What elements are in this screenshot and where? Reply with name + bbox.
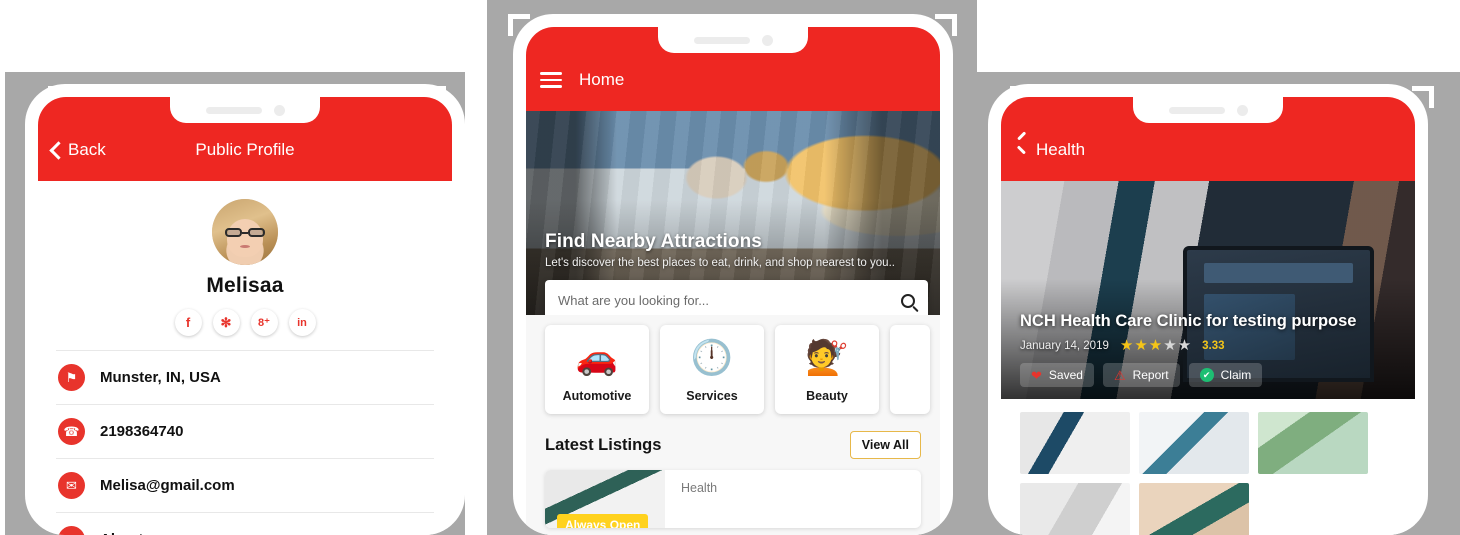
email-icon: ✉ [58, 472, 85, 499]
back-button[interactable] [1015, 141, 1036, 159]
photo-gallery [1001, 399, 1415, 535]
gallery-thumbnail[interactable] [1139, 412, 1249, 474]
gallery-thumbnail[interactable] [1139, 483, 1249, 535]
google-plus-icon[interactable]: 8⁺ [250, 309, 278, 336]
claim-button[interactable]: ✔ Claim [1188, 363, 1263, 387]
listing-meta: January 14, 2019 ★ ★ ★ ★ ★ 3.33 [1020, 338, 1225, 353]
category-tile-next[interactable] [890, 325, 930, 414]
hero-text: Find Nearby Attractions Let's discover t… [545, 231, 928, 269]
saved-button[interactable]: ❤ Saved [1020, 363, 1094, 387]
info-row-phone[interactable]: ☎ 2198364740 [38, 405, 452, 458]
rating-stars: ★ ★ ★ ★ ★ [1120, 338, 1191, 353]
notch-speaker [693, 36, 750, 44]
view-all-button[interactable]: View All [849, 431, 921, 459]
saved-button-label: Saved [1048, 368, 1083, 382]
phone-middle: Home Find Nearby Attractions Let's disco… [513, 14, 953, 535]
hamburger-menu-icon[interactable] [540, 72, 562, 88]
category-label: Beauty [806, 389, 848, 403]
listing-date: January 14, 2019 [1020, 339, 1109, 352]
always-open-badge: Always Open [557, 514, 649, 528]
notch-speaker [1168, 106, 1225, 114]
latest-listings-header: Latest Listings View All [526, 414, 940, 470]
notch-camera [273, 104, 285, 116]
screenshot-stage: Back Public Profile Melisaa f ✻ 8⁺ in ⚑ … [0, 0, 1460, 535]
notch-speaker [205, 106, 262, 114]
back-button[interactable]: Back [49, 140, 106, 160]
category-tiles: 🚗 Automotive 🕛 Services 💇 Beauty [526, 315, 940, 414]
about-group-icon: ♟ [58, 526, 85, 535]
star-filled-icon: ★ [1134, 337, 1148, 354]
hero-subheading: Let's discover the best places to eat, d… [545, 257, 895, 269]
hero-heading: Find Nearby Attractions [545, 231, 762, 252]
warning-icon: ⚠ [1113, 367, 1126, 383]
rating-score: 3.33 [1202, 339, 1225, 352]
listing-hero-image: NCH Health Care Clinic for testing purpo… [1001, 181, 1415, 399]
screen-listing-detail: Health NCH Health Care Clinic for testin… [1001, 97, 1415, 535]
info-row-email-text: Melisa@gmail.com [100, 477, 235, 494]
beauty-icon: 💇 [805, 339, 849, 377]
listing-card[interactable]: Always Open Health [545, 470, 921, 528]
gallery-thumbnail[interactable] [1258, 412, 1368, 474]
info-row-location-text: Munster, IN, USA [100, 369, 221, 386]
screen-home: Home Find Nearby Attractions Let's disco… [526, 27, 940, 535]
listing-category: Health [681, 481, 718, 495]
profile-header: Melisaa f ✻ 8⁺ in [38, 181, 452, 336]
hero-banner: Find Nearby Attractions Let's discover t… [526, 111, 940, 333]
star-filled-icon: ★ [1119, 337, 1134, 354]
shield-check-icon: ✔ [1199, 368, 1214, 382]
car-icon: 🚗 [575, 339, 619, 377]
social-links: f ✻ 8⁺ in [38, 309, 452, 336]
phone-notch-left [170, 97, 320, 123]
clock-24-icon: 🕛 [690, 339, 734, 377]
claim-button-label: Claim [1220, 368, 1252, 382]
linkedin-icon[interactable]: in [288, 309, 316, 336]
phone-icon: ☎ [58, 418, 85, 445]
location-pin-icon: ⚑ [58, 364, 85, 391]
appbar-home: Home [526, 27, 940, 111]
phone-notch-right [1133, 97, 1283, 123]
star-empty-icon: ★ [1163, 337, 1177, 354]
listing-thumbnail: Always Open [545, 470, 665, 528]
category-tile-beauty[interactable]: 💇 Beauty [775, 325, 879, 414]
search-icon[interactable] [901, 293, 915, 308]
chevron-left-icon [49, 140, 68, 160]
twitter-icon[interactable]: ✻ [212, 309, 240, 336]
listing-title: NCH Health Care Clinic for testing purpo… [1020, 312, 1357, 330]
category-label: Automotive [562, 389, 632, 403]
appbar-public-profile: Back Public Profile [38, 97, 452, 181]
star-filled-icon: ★ [1148, 337, 1163, 354]
category-label: Services [686, 389, 738, 403]
search-input[interactable]: What are you looking for... [558, 293, 901, 308]
star-empty-icon: ★ [1177, 337, 1192, 354]
page-title: Home [579, 70, 625, 89]
appbar-listing-detail: Health [1001, 97, 1415, 181]
phone-left: Back Public Profile Melisaa f ✻ 8⁺ in ⚑ … [25, 84, 465, 535]
info-row-phone-text: 2198364740 [100, 423, 184, 440]
phone-notch-middle [658, 27, 808, 53]
gallery-thumbnail[interactable] [1020, 412, 1130, 474]
page-title: Health [1036, 140, 1086, 159]
info-row-location[interactable]: ⚑ Munster, IN, USA [38, 351, 452, 404]
latest-listings-title: Latest Listings [545, 435, 662, 454]
avatar [212, 199, 278, 265]
phone-right: Health NCH Health Care Clinic for testin… [988, 84, 1428, 535]
info-row-about[interactable]: ♟ About [38, 513, 452, 535]
report-button[interactable]: ⚠ Report [1102, 363, 1180, 387]
profile-name: Melisaa [206, 274, 284, 297]
facebook-icon[interactable]: f [174, 309, 202, 336]
report-button-label: Report [1132, 368, 1169, 382]
info-row-email[interactable]: ✉ Melisa@gmail.com [38, 459, 452, 512]
category-tile-automotive[interactable]: 🚗 Automotive [545, 325, 649, 414]
info-row-about-text: About [100, 531, 143, 535]
notch-camera [761, 34, 773, 46]
listing-actions: ❤ Saved ⚠ Report ✔ Claim [1020, 363, 1263, 387]
category-tile-services[interactable]: 🕛 Services [660, 325, 764, 414]
screen-public-profile: Back Public Profile Melisaa f ✻ 8⁺ in ⚑ … [38, 97, 452, 535]
gallery-thumbnail[interactable] [1020, 483, 1130, 535]
heart-icon: ❤ [1031, 367, 1042, 383]
back-button-label: Back [68, 140, 106, 159]
notch-camera [1236, 104, 1248, 116]
